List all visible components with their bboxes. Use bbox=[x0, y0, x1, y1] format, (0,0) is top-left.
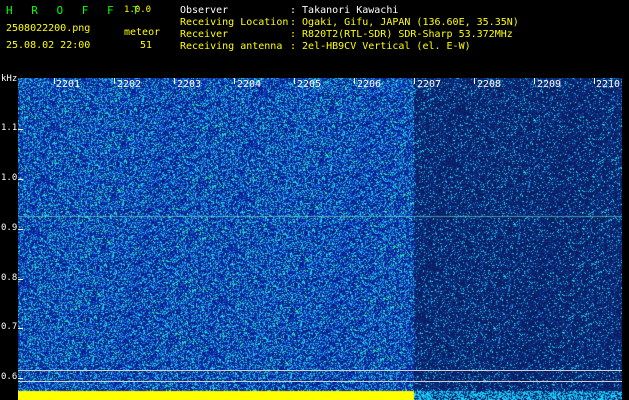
x-tick-mark bbox=[114, 78, 115, 84]
x-tick-mark bbox=[414, 78, 415, 84]
x-tick-label: 2201 bbox=[56, 79, 81, 90]
spectrogram-canvas bbox=[18, 78, 622, 400]
antenna-label: Receiving antenna bbox=[180, 41, 283, 52]
spectrogram-waterfall bbox=[18, 78, 622, 400]
location-value: : Ogaki, Gifu, JAPAN (136.60E, 35.35N) bbox=[290, 17, 519, 28]
x-tick-label: 2205 bbox=[297, 79, 322, 90]
y-tick-label: 0.8 bbox=[1, 273, 18, 283]
antenna-value: : 2el-HB9CV Vertical (el. E-W) bbox=[290, 41, 471, 52]
file-name: 2508022200.png bbox=[6, 23, 91, 34]
x-tick-label: 2210 bbox=[596, 79, 621, 90]
y-tick-mark bbox=[18, 378, 23, 379]
location-label: Receiving Location bbox=[180, 17, 289, 28]
x-tick-mark bbox=[594, 78, 595, 84]
receiver-value: : R820T2(RTL-SDR) SDR-Sharp 53.372MHz bbox=[290, 29, 513, 40]
x-tick-label: 2209 bbox=[537, 79, 562, 90]
x-tick-mark bbox=[354, 78, 355, 84]
y-tick-mark bbox=[18, 229, 23, 230]
x-tick-mark bbox=[294, 78, 295, 84]
x-tick-label: 2204 bbox=[237, 79, 262, 90]
frequency-guide-line bbox=[18, 370, 622, 371]
y-tick-mark bbox=[18, 279, 23, 280]
y-tick-label: 0.7 bbox=[1, 322, 18, 332]
y-tick-mark bbox=[18, 328, 23, 329]
x-tick-label: 2203 bbox=[177, 79, 202, 90]
datetime: 25.08.02 22:00 bbox=[6, 40, 91, 51]
x-tick-label: 2202 bbox=[117, 79, 142, 90]
receiver-label: Receiver bbox=[180, 29, 229, 40]
x-tick-mark bbox=[534, 78, 535, 84]
y-tick-label: 1.1 bbox=[1, 123, 18, 133]
x-tick-mark bbox=[174, 78, 175, 84]
x-tick-mark bbox=[54, 78, 55, 84]
observer-value: : Takanori Kawachi bbox=[290, 5, 399, 16]
app-version: 1.0.0 bbox=[124, 5, 152, 15]
x-tick-label: 2206 bbox=[357, 79, 382, 90]
x-tick-label: 2208 bbox=[477, 79, 502, 90]
meteor-count: 51 bbox=[140, 40, 153, 51]
y-tick-label: 1.0 bbox=[1, 173, 18, 183]
y-tick-mark bbox=[18, 129, 23, 130]
y-tick-label: 0.9 bbox=[1, 223, 18, 233]
meteor-label: meteor bbox=[124, 27, 161, 38]
y-tick-label: 0.6 bbox=[1, 372, 18, 382]
x-tick-label: 2207 bbox=[417, 79, 442, 90]
y-tick-mark bbox=[18, 179, 23, 180]
observer-label: Observer bbox=[180, 5, 229, 16]
frequency-guide-line bbox=[18, 381, 622, 382]
x-tick-mark bbox=[234, 78, 235, 84]
x-tick-mark bbox=[474, 78, 475, 84]
y-unit-label: kHz bbox=[1, 74, 18, 84]
